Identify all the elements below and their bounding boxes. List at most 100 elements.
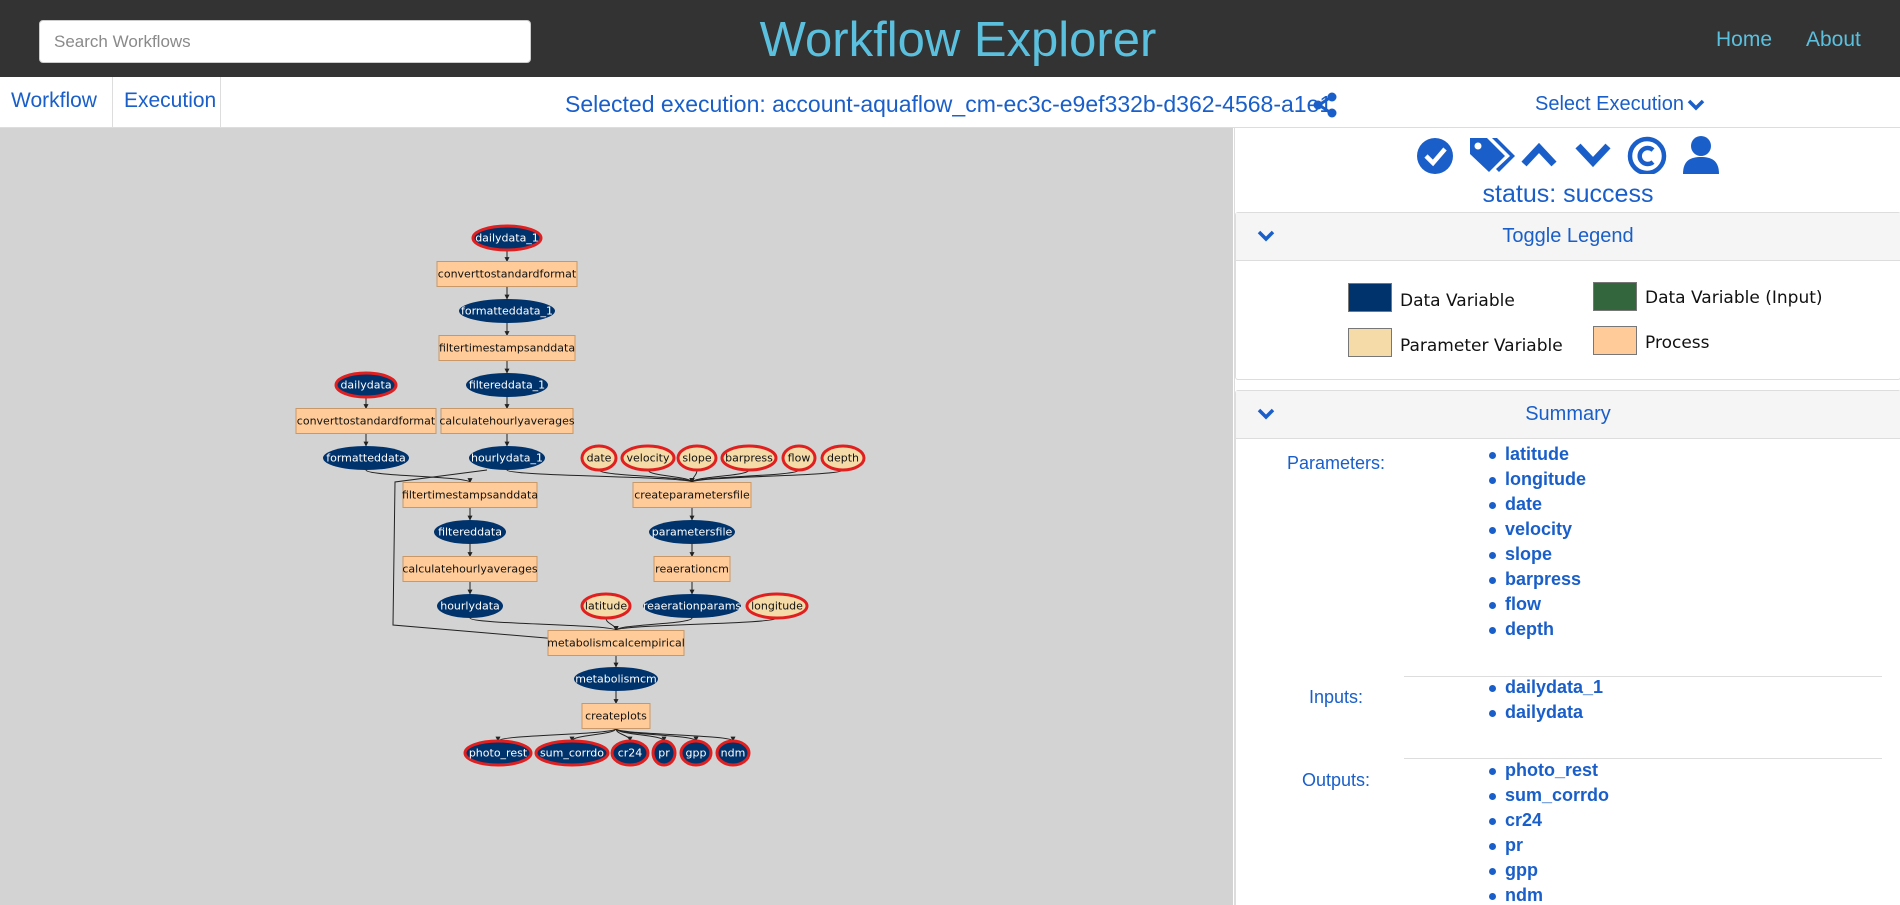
graph-nodes[interactable]: dailydata_1 converttostandardformat format… <box>295 224 866 767</box>
graph-node-depth[interactable]: depth <box>820 444 866 472</box>
graph-node-converttostandardformat[interactable]: converttostandardformat <box>295 408 437 434</box>
output-item-photo-rest[interactable]: photo_rest <box>1489 758 1609 783</box>
toggle-legend-header[interactable]: Toggle Legend <box>1236 213 1900 261</box>
graph-node-gpp[interactable]: gpp <box>679 739 713 767</box>
output-item-sum-corrdo[interactable]: sum_corrdo <box>1489 783 1609 808</box>
summary-panel: Summary Parameters: latitude longitude dat… <box>1235 390 1900 905</box>
parameter-item-date[interactable]: date <box>1489 492 1586 517</box>
graph-node-label: reaerationcm <box>655 563 729 576</box>
graph-node-reaerationcm[interactable]: reaerationcm <box>653 556 731 582</box>
parameter-item-longitude[interactable]: longitude <box>1489 467 1586 492</box>
search-workflows-input[interactable] <box>39 20 531 63</box>
graph-node-label: ndm <box>721 747 746 760</box>
graph-node-dailydata-1[interactable]: dailydata_1 <box>471 224 543 252</box>
tab-workflow[interactable]: Workflow <box>0 77 113 128</box>
output-item-cr24[interactable]: cr24 <box>1489 808 1609 833</box>
legend-swatch-process <box>1593 326 1637 355</box>
output-item-pr[interactable]: pr <box>1489 833 1609 858</box>
legend-panel: Toggle Legend Data Variable Data Variabl… <box>1235 212 1900 380</box>
graph-node-photo-rest[interactable]: photo_rest <box>463 739 533 767</box>
chevron-up-icon[interactable] <box>1519 134 1559 174</box>
graph-node-convertto-standardformat[interactable]: converttostandardformat <box>436 261 578 287</box>
graph-node-filtereddata[interactable]: filtereddata <box>434 520 506 544</box>
execution-toolbar: Workflow Execution Selected execution: a… <box>0 77 1900 128</box>
graph-edge <box>613 617 693 632</box>
graph-node-ndm[interactable]: ndm <box>715 739 751 767</box>
graph-node-label: parametersfile <box>652 526 733 539</box>
graph-node-label: metabolismcm <box>575 673 657 686</box>
tags-icon[interactable] <box>1467 134 1517 176</box>
input-item-dailydata-1[interactable]: dailydata_1 <box>1489 675 1603 700</box>
graph-node-hourlydata-1[interactable]: hourlydata_1 <box>469 446 545 470</box>
graph-node-formatteddata-1[interactable]: formatteddata_1 <box>459 299 555 323</box>
copyright-icon[interactable] <box>1627 134 1667 174</box>
graph-node-label: filtertimestampsanddata <box>402 489 538 502</box>
graph-node-sum-corrdo[interactable]: sum_corrdo <box>534 739 610 767</box>
graph-node-label: depth <box>827 452 859 465</box>
graph-node-date[interactable]: date <box>580 444 618 472</box>
graph-node-slope[interactable]: slope <box>676 444 718 472</box>
tab-execution[interactable]: Execution <box>113 77 221 128</box>
workflow-graph[interactable]: dailydata_1 converttostandardformat format… <box>0 128 1233 905</box>
graph-node-formatteddata[interactable]: formatteddata <box>323 446 409 470</box>
output-item-ndm[interactable]: ndm <box>1489 883 1609 905</box>
graph-node-velocity[interactable]: velocity <box>620 444 676 472</box>
graph-edge <box>495 728 617 742</box>
parameter-item-depth[interactable]: depth <box>1489 617 1586 642</box>
legend-label-process: Process <box>1645 333 1710 353</box>
parameter-item-velocity[interactable]: velocity <box>1489 517 1586 542</box>
graph-node-calculatehourlyaverages[interactable]: calculatehourlyaverages <box>402 556 538 582</box>
nav-about-link[interactable]: About <box>1806 28 1861 52</box>
parameters-list: latitude longitude date velocity slope barpre… <box>1489 442 1586 642</box>
graph-node-hourlydata[interactable]: hourlydata <box>437 594 503 618</box>
chevron-down-icon <box>1687 99 1705 111</box>
graph-node-pr[interactable]: pr <box>651 739 677 767</box>
parameter-item-latitude[interactable]: latitude <box>1489 442 1586 467</box>
graph-node-label: photo_rest <box>469 747 528 760</box>
graph-node-dailydata[interactable]: dailydata <box>334 371 398 399</box>
select-execution-dropdown[interactable]: Select Execution <box>1535 93 1705 116</box>
graph-node-label: createplots <box>585 710 647 723</box>
check-circle-icon[interactable] <box>1415 134 1455 174</box>
graph-node-label: createparametersfile <box>634 489 750 502</box>
summary-header[interactable]: Summary <box>1236 391 1900 439</box>
parameter-item-slope[interactable]: slope <box>1489 542 1586 567</box>
input-item-dailydata[interactable]: dailydata <box>1489 700 1603 725</box>
graph-node-latitude[interactable]: latitude <box>580 592 632 620</box>
graph-node-filtertimestampsanddata[interactable]: filtertimestampsanddata <box>402 482 538 508</box>
graph-node-barpress[interactable]: barpress <box>720 444 778 472</box>
legend-swatch-data-variable-input <box>1593 282 1637 311</box>
graph-node-createparametersfile[interactable]: createparametersfile <box>632 482 752 508</box>
graph-node-parametersfile[interactable]: parametersfile <box>649 520 735 544</box>
share-icon[interactable] <box>1311 91 1339 119</box>
graph-node-label: velocity <box>627 452 670 465</box>
inputs-list: dailydata_1 dailydata <box>1489 675 1603 725</box>
graph-node-label: converttostandardformat <box>438 268 577 281</box>
output-item-gpp[interactable]: gpp <box>1489 858 1609 883</box>
user-icon[interactable] <box>1681 134 1721 176</box>
graph-node-createplots[interactable]: createplots <box>581 703 651 729</box>
graph-node-metabolismcm[interactable]: metabolismcm <box>574 667 658 691</box>
graph-node-cr24[interactable]: cr24 <box>610 739 650 767</box>
graph-node-filtereddata-1[interactable]: filtereddata_1 <box>466 373 548 397</box>
graph-node-label: slope <box>682 452 711 465</box>
parameters-label: Parameters: <box>1286 453 1386 473</box>
graph-node-calculatehourlyaverages[interactable]: calculatehourlyaverages <box>439 408 575 434</box>
graph-node-filtertimestampsanddata[interactable]: filtertimestampsanddata <box>438 335 576 361</box>
legend-label-data-variable: Data Variable <box>1400 291 1515 311</box>
selected-execution-label: Selected execution: account-aquaflow_cm-… <box>565 91 1333 117</box>
chevron-down-icon[interactable] <box>1573 134 1613 174</box>
app-title: Workflow Explorer <box>759 13 1157 67</box>
parameter-item-flow[interactable]: flow <box>1489 592 1586 617</box>
graph-node-flow[interactable]: flow <box>781 444 817 472</box>
workflow-graph-canvas[interactable]: dailydata_1 converttostandardformat format… <box>0 128 1233 905</box>
nav-home-link[interactable]: Home <box>1716 28 1772 52</box>
summary-divider <box>1404 676 1882 677</box>
graph-node-metabolismcalcempirical[interactable]: metabolismcalcempirical <box>547 630 685 656</box>
legend-label-parameter-variable: Parameter Variable <box>1400 336 1563 356</box>
summary-title: Summary <box>1525 403 1611 425</box>
parameter-item-barpress[interactable]: barpress <box>1489 567 1586 592</box>
inputs-label: Inputs: <box>1308 687 1364 707</box>
graph-node-longitude[interactable]: longitude <box>745 592 809 620</box>
graph-node-reaerationparams[interactable]: reaerationparams <box>643 594 742 618</box>
